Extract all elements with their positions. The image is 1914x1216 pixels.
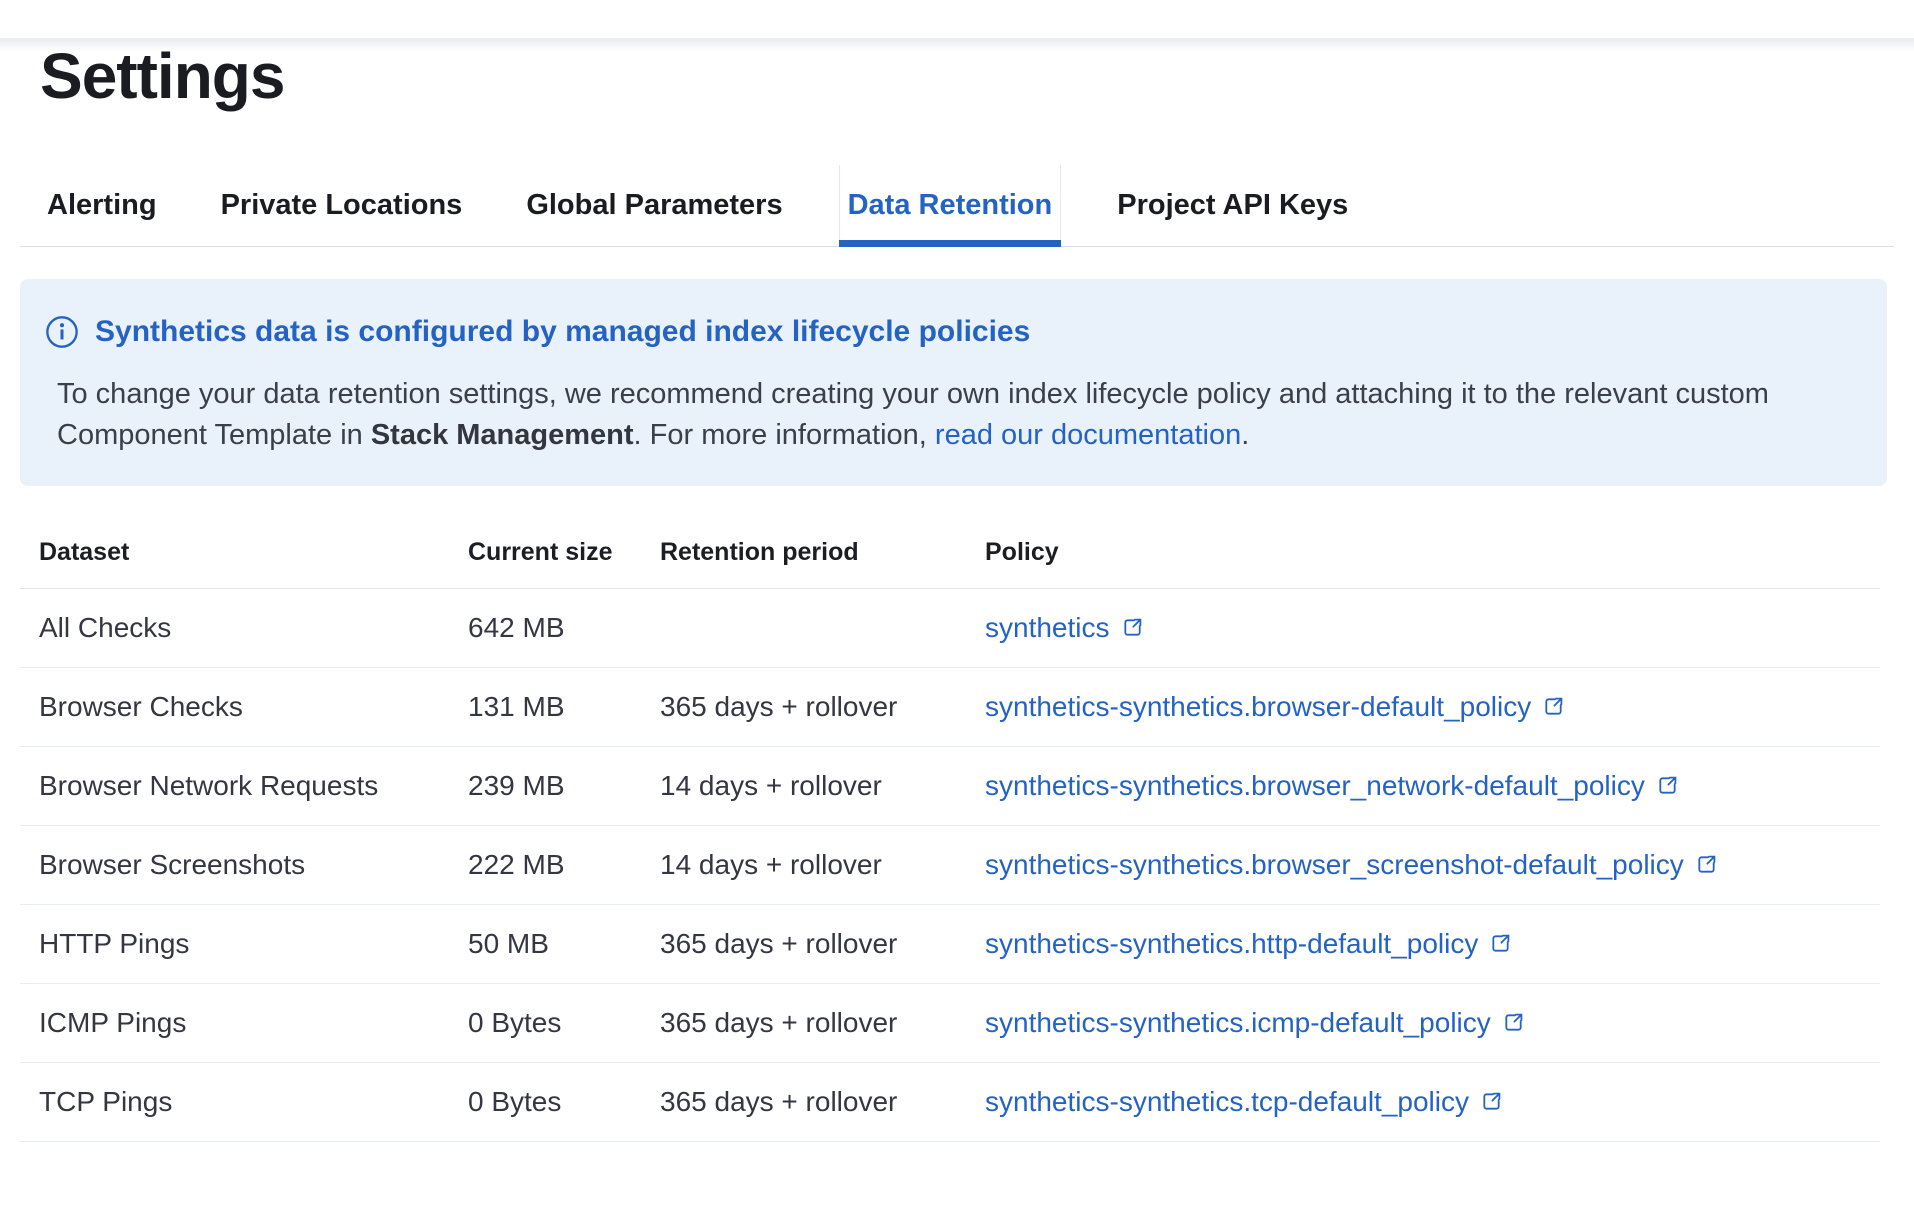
tab-private-locations[interactable]: Private Locations [213,165,471,246]
policy-cell: synthetics-synthetics.browser-default_po… [985,667,1880,746]
tab-data-retention[interactable]: Data Retention [839,165,1062,246]
table-row: ICMP Pings0 Bytes365 days + rolloversynt… [20,983,1880,1062]
current-size-cell: 50 MB [468,904,660,983]
policy-link[interactable]: synthetics-synthetics.browser_network-de… [985,770,1679,802]
retention-period-cell [660,588,985,667]
tab-alerting[interactable]: Alerting [39,165,165,246]
read-documentation-link[interactable]: read our documentation [935,419,1241,451]
policy-link[interactable]: synthetics-synthetics.tcp-default_policy [985,1086,1503,1118]
external-link-icon [1480,1090,1503,1113]
dataset-cell: TCP Pings [20,1062,468,1141]
column-header-retention-period: Retention period [660,518,985,588]
dataset-cell: HTTP Pings [20,904,468,983]
retention-period-cell: 365 days + rollover [660,1062,985,1141]
column-header-dataset: Dataset [20,518,468,588]
retention-period-cell: 14 days + rollover [660,825,985,904]
external-link-icon [1542,695,1565,718]
policy-link-label: synthetics-synthetics.browser_screenshot… [985,849,1684,881]
external-link-icon [1121,616,1144,639]
current-size-cell: 0 Bytes [468,983,660,1062]
column-header-current-size: Current size [468,518,660,588]
current-size-cell: 131 MB [468,667,660,746]
callout-body-bold: Stack Management [371,419,634,451]
external-link-icon [1489,932,1512,955]
external-link-icon [1695,853,1718,876]
callout-body-text: . [1241,419,1249,451]
policy-link-label: synthetics-synthetics.browser_network-de… [985,770,1645,802]
tab-project-api-keys[interactable]: Project API Keys [1109,165,1356,246]
external-link-icon [1656,774,1679,797]
policy-cell: synthetics-synthetics.tcp-default_policy [985,1062,1880,1141]
policy-cell: synthetics [985,588,1880,667]
current-size-cell: 642 MB [468,588,660,667]
dataset-cell: All Checks [20,588,468,667]
dataset-cell: Browser Checks [20,667,468,746]
dataset-cell: ICMP Pings [20,983,468,1062]
callout-title: Synthetics data is configured by managed… [95,312,1030,352]
table-row: HTTP Pings50 MB365 days + rolloversynthe… [20,904,1880,983]
policy-cell: synthetics-synthetics.icmp-default_polic… [985,983,1880,1062]
policy-link-label: synthetics-synthetics.icmp-default_polic… [985,1007,1491,1039]
policy-link[interactable]: synthetics-synthetics.http-default_polic… [985,928,1512,960]
policy-link-label: synthetics-synthetics.browser-default_po… [985,691,1531,723]
policy-link[interactable]: synthetics [985,612,1144,644]
current-size-cell: 222 MB [468,825,660,904]
settings-tab-bar: Alerting Private Locations Global Paramete… [20,165,1894,247]
table-row: Browser Checks131 MB365 days + rollovers… [20,667,1880,746]
callout-body: To change your data retention settings, … [57,374,1847,456]
current-size-cell: 239 MB [468,746,660,825]
policy-cell: synthetics-synthetics.http-default_polic… [985,904,1880,983]
policy-link-label: synthetics-synthetics.http-default_polic… [985,928,1478,960]
tab-global-parameters[interactable]: Global Parameters [518,165,790,246]
table-header-row: DatasetCurrent sizeRetention periodPolic… [20,518,1880,588]
table-row: TCP Pings0 Bytes365 days + rolloversynth… [20,1062,1880,1141]
external-link-icon [1502,1011,1525,1034]
column-header-policy: Policy [985,518,1880,588]
table-row: Browser Network Requests239 MB14 days + … [20,746,1880,825]
retention-period-cell: 365 days + rollover [660,983,985,1062]
policy-link[interactable]: synthetics-synthetics.icmp-default_polic… [985,1007,1525,1039]
policy-cell: synthetics-synthetics.browser_network-de… [985,746,1880,825]
retention-period-cell: 14 days + rollover [660,746,985,825]
data-retention-table: DatasetCurrent sizeRetention periodPolic… [20,518,1880,1142]
table-row: All Checks642 MB synthetics [20,588,1880,667]
retention-period-cell: 365 days + rollover [660,667,985,746]
dataset-cell: Browser Screenshots [20,825,468,904]
current-size-cell: 0 Bytes [468,1062,660,1141]
policy-link-label: synthetics [985,612,1110,644]
policy-cell: synthetics-synthetics.browser_screenshot… [985,825,1880,904]
retention-period-cell: 365 days + rollover [660,904,985,983]
callout-header: Synthetics data is configured by managed… [45,312,1847,352]
dataset-cell: Browser Network Requests [20,746,468,825]
policy-link-label: synthetics-synthetics.tcp-default_policy [985,1086,1469,1118]
top-scroll-shadow [0,38,1914,52]
callout-body-text: . For more information, [634,419,935,451]
table-row: Browser Screenshots222 MB14 days + rollo… [20,825,1880,904]
info-icon [45,315,79,349]
policy-link[interactable]: synthetics-synthetics.browser_screenshot… [985,849,1718,881]
policy-link[interactable]: synthetics-synthetics.browser-default_po… [985,691,1565,723]
ilm-info-callout: Synthetics data is configured by managed… [20,279,1887,486]
